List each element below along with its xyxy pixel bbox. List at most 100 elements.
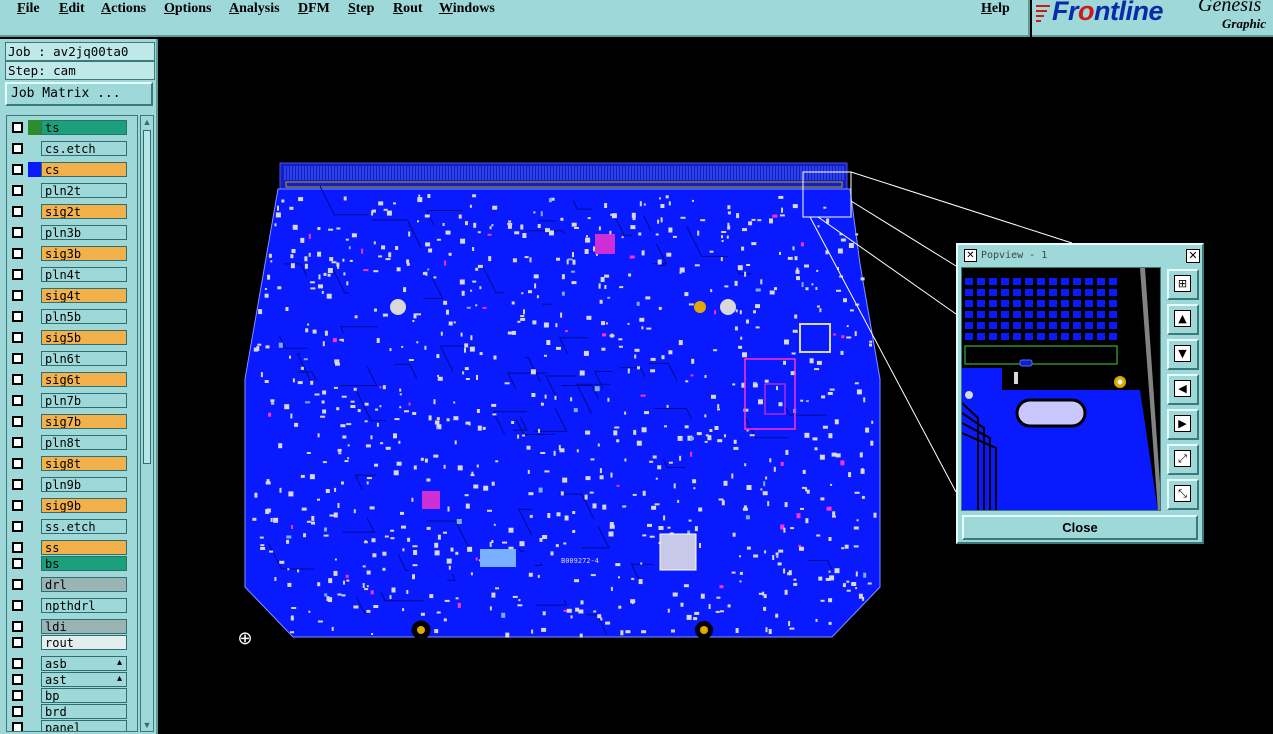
layer-name[interactable]: drl bbox=[41, 577, 127, 592]
layer-checkbox[interactable] bbox=[12, 332, 23, 343]
popview-tool-pan-down[interactable]: ▼ bbox=[1167, 339, 1199, 370]
layer-color-swatch[interactable] bbox=[28, 225, 41, 240]
job-matrix-button[interactable]: Job Matrix ... bbox=[5, 82, 153, 106]
layer-name[interactable]: sig2t bbox=[41, 204, 127, 219]
layer-row-ss[interactable]: ss bbox=[7, 539, 137, 556]
scroll-thumb[interactable] bbox=[143, 130, 151, 464]
popview-close-button[interactable]: Close bbox=[962, 515, 1198, 540]
layer-row-pln4t[interactable]: pln4t bbox=[7, 266, 137, 283]
popview-tool-pan-left[interactable]: ◀ bbox=[1167, 374, 1199, 405]
layer-row-pln7b[interactable]: pln7b bbox=[7, 392, 137, 409]
layer-name[interactable]: pln2t bbox=[41, 183, 127, 198]
layer-row-pln6t[interactable]: pln6t bbox=[7, 350, 137, 367]
layer-row-brd[interactable]: brd bbox=[7, 703, 137, 720]
layer-color-swatch[interactable] bbox=[28, 635, 41, 650]
popview-tool-zoom-fit[interactable]: ⊞ bbox=[1167, 269, 1199, 300]
layer-name[interactable]: pln8t bbox=[41, 435, 127, 450]
layer-checkbox[interactable] bbox=[12, 395, 23, 406]
layer-name[interactable]: sig6t bbox=[41, 372, 127, 387]
popview-titlebar[interactable]: ✕ Popview - 1 ✕ bbox=[961, 248, 1200, 265]
layer-name[interactable]: sig9b bbox=[41, 498, 127, 513]
popview-tool-zoom-in[interactable]: ⤢ bbox=[1167, 444, 1199, 475]
menu-dfm[interactable]: DFM bbox=[298, 1, 330, 17]
popview-canvas[interactable] bbox=[961, 267, 1161, 511]
layer-row-ldi[interactable]: ldi bbox=[7, 618, 137, 635]
layer-color-swatch[interactable] bbox=[28, 704, 41, 719]
layer-checkbox[interactable] bbox=[12, 248, 23, 259]
layer-row-pln3b[interactable]: pln3b bbox=[7, 224, 137, 241]
layer-row-ss-etch[interactable]: ss.etch bbox=[7, 518, 137, 535]
layer-name[interactable]: ldi bbox=[41, 619, 127, 634]
layer-row-panel[interactable]: panel bbox=[7, 719, 137, 731]
layer-name[interactable]: pln7b bbox=[41, 393, 127, 408]
layer-color-swatch[interactable] bbox=[28, 414, 41, 429]
menu-help[interactable]: Help bbox=[981, 1, 1010, 17]
layer-checkbox[interactable] bbox=[12, 542, 23, 553]
layer-color-swatch[interactable] bbox=[28, 351, 41, 366]
menu-rout[interactable]: Rout bbox=[393, 1, 423, 17]
layer-row-pln9b[interactable]: pln9b bbox=[7, 476, 137, 493]
menu-actions[interactable]: Actions bbox=[101, 1, 146, 17]
layer-row-sig5b[interactable]: sig5b bbox=[7, 329, 137, 346]
layer-color-swatch[interactable] bbox=[28, 330, 41, 345]
layer-name[interactable]: sig4t bbox=[41, 288, 127, 303]
layer-name[interactable]: sig8t bbox=[41, 456, 127, 471]
layer-row-ts[interactable]: ts bbox=[7, 119, 137, 136]
layer-checkbox[interactable] bbox=[12, 269, 23, 280]
layer-color-swatch[interactable] bbox=[28, 267, 41, 282]
layer-row-npthdrl[interactable]: npthdrl bbox=[7, 597, 137, 614]
layer-color-swatch[interactable] bbox=[28, 393, 41, 408]
layer-name[interactable]: sig3b bbox=[41, 246, 127, 261]
popview-close-icon[interactable]: ✕ bbox=[1186, 249, 1200, 263]
layer-row-bs[interactable]: bs bbox=[7, 555, 137, 572]
layer-color-swatch[interactable] bbox=[28, 577, 41, 592]
layer-name[interactable]: pln5b bbox=[41, 309, 127, 324]
layer-checkbox[interactable] bbox=[12, 458, 23, 469]
layer-checkbox[interactable] bbox=[12, 311, 23, 322]
layer-row-asb[interactable]: asb ▴ bbox=[7, 655, 137, 672]
popview-tool-zoom-out[interactable]: ⤡ bbox=[1167, 479, 1199, 510]
layer-row-cs-etch[interactable]: cs.etch bbox=[7, 140, 137, 157]
layer-color-swatch[interactable] bbox=[28, 204, 41, 219]
layer-color-swatch[interactable] bbox=[28, 288, 41, 303]
layer-checkbox[interactable] bbox=[12, 143, 23, 154]
layer-color-swatch[interactable] bbox=[28, 519, 41, 534]
scroll-up-icon[interactable]: ▲ bbox=[142, 116, 152, 128]
layer-row-sig7b[interactable]: sig7b bbox=[7, 413, 137, 430]
layer-row-drl[interactable]: drl bbox=[7, 576, 137, 593]
layer-color-swatch[interactable] bbox=[28, 556, 41, 571]
layer-row-bp[interactable]: bp bbox=[7, 687, 137, 704]
layer-checkbox[interactable] bbox=[12, 690, 23, 701]
layer-color-swatch[interactable] bbox=[28, 120, 41, 135]
layer-name[interactable]: brd bbox=[41, 704, 127, 719]
layer-name[interactable]: ast bbox=[41, 672, 127, 687]
layer-name[interactable]: npthdrl bbox=[41, 598, 127, 613]
layer-color-swatch[interactable] bbox=[28, 246, 41, 261]
layer-name[interactable]: bp bbox=[41, 688, 127, 703]
layer-row-sig4t[interactable]: sig4t bbox=[7, 287, 137, 304]
layer-row-cs[interactable]: cs bbox=[7, 161, 137, 178]
layer-name[interactable]: ss.etch bbox=[41, 519, 127, 534]
layer-row-sig6t[interactable]: sig6t bbox=[7, 371, 137, 388]
layer-color-swatch[interactable] bbox=[28, 498, 41, 513]
layer-checkbox[interactable] bbox=[12, 637, 23, 648]
layer-color-swatch[interactable] bbox=[28, 656, 41, 671]
popview-tool-pan-up[interactable]: ▲ bbox=[1167, 304, 1199, 335]
layer-row-sig8t[interactable]: sig8t bbox=[7, 455, 137, 472]
layer-name[interactable]: asb bbox=[41, 656, 127, 671]
layer-color-swatch[interactable] bbox=[28, 309, 41, 324]
layer-color-swatch[interactable] bbox=[28, 162, 41, 177]
layer-color-swatch[interactable] bbox=[28, 183, 41, 198]
layer-checkbox[interactable] bbox=[12, 579, 23, 590]
layer-checkbox[interactable] bbox=[12, 290, 23, 301]
layer-checkbox[interactable] bbox=[12, 558, 23, 569]
layer-color-swatch[interactable] bbox=[28, 720, 41, 731]
layer-list-scrollbar[interactable]: ▲ ▼ bbox=[140, 115, 154, 732]
layer-name[interactable]: sig7b bbox=[41, 414, 127, 429]
layer-color-swatch[interactable] bbox=[28, 456, 41, 471]
layer-row-sig3b[interactable]: sig3b bbox=[7, 245, 137, 262]
layer-row-rout[interactable]: rout bbox=[7, 634, 137, 651]
layer-color-swatch[interactable] bbox=[28, 598, 41, 613]
layer-checkbox[interactable] bbox=[12, 621, 23, 632]
layer-name[interactable]: pln3b bbox=[41, 225, 127, 240]
